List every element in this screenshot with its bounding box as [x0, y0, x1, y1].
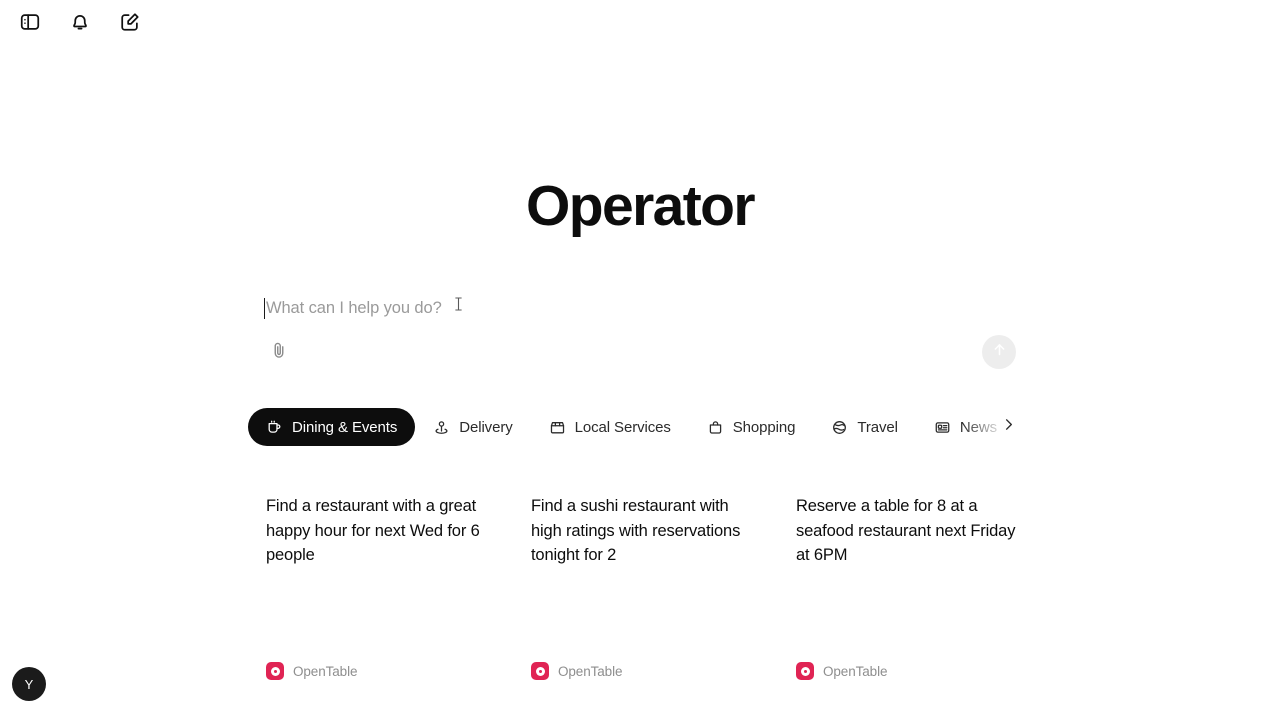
suggestion-source: OpenTable [266, 662, 358, 680]
opentable-logo-dot [273, 669, 277, 673]
opentable-logo-dot [803, 669, 807, 673]
suggestion-card-list: Find a restaurant with a great happy hou… [248, 452, 1032, 720]
suggestion-prompt: Find a restaurant with a great happy hou… [266, 497, 480, 564]
suggestion-card[interactable]: Find a sushi restaurant with high rating… [513, 452, 778, 720]
suggestion-source-label: OpenTable [823, 663, 888, 679]
category-chip-label: News [959, 418, 998, 436]
category-filter-bar: Dining & Events Delivery Local Services … [248, 406, 1032, 448]
composer[interactable]: What can I help you do? [248, 276, 1032, 384]
opentable-logo-ring [535, 666, 545, 676]
category-chip-label: Local Services [574, 418, 671, 436]
app-root: Operator What can I help you do? Dining … [0, 0, 1280, 720]
suggestion-prompt: Find a sushi restaurant with high rating… [531, 497, 741, 564]
arrow-up-icon [991, 341, 1008, 363]
sidebar-toggle-button[interactable] [16, 8, 44, 36]
category-chip-delivery[interactable]: Delivery [415, 408, 530, 446]
composer-actions [264, 334, 1016, 370]
opentable-logo-ring [270, 666, 280, 676]
location-pin-icon [433, 419, 450, 436]
chevron-right-icon [1001, 417, 1016, 437]
suggestion-source-label: OpenTable [558, 663, 623, 679]
suggestion-source-label: OpenTable [293, 663, 358, 679]
category-chip-label: Travel [857, 418, 898, 436]
category-chip-local-services[interactable]: Local Services [531, 408, 689, 446]
category-chip-dining-events[interactable]: Dining & Events [248, 408, 416, 446]
category-chip-shopping[interactable]: Shopping [689, 408, 814, 446]
shopping-bag-icon [707, 419, 724, 436]
suggestion-card[interactable]: Find a restaurant with a great happy hou… [248, 452, 513, 720]
opentable-logo-icon [531, 662, 549, 680]
suggestion-card[interactable]: Reserve a table for 8 at a seafood resta… [778, 452, 1032, 720]
notifications-button[interactable] [66, 8, 94, 36]
category-scroll-next-button[interactable] [998, 417, 1018, 437]
opentable-logo-ring [800, 666, 810, 676]
prompt-input-placeholder[interactable]: What can I help you do? [266, 299, 442, 318]
top-bar [0, 0, 1280, 44]
compose-icon [119, 11, 141, 33]
storefront-icon [549, 419, 566, 436]
user-avatar[interactable]: Y [12, 667, 46, 701]
ibeam-mouse-cursor [454, 296, 463, 312]
text-caret [264, 297, 265, 319]
page-title: Operator [526, 174, 756, 238]
prompt-input-row[interactable]: What can I help you do? [264, 292, 1016, 324]
news-card-icon [934, 419, 951, 436]
bell-icon [69, 11, 91, 33]
category-chip-travel[interactable]: Travel [813, 408, 916, 446]
paperclip-icon [269, 340, 289, 365]
category-chip-label: Delivery [459, 418, 513, 436]
globe-icon [831, 419, 848, 436]
opentable-logo-icon [266, 662, 284, 680]
cup-icon [266, 419, 283, 436]
send-button[interactable] [982, 335, 1016, 369]
category-chip-label: Dining & Events [292, 418, 398, 436]
suggestion-source: OpenTable [796, 662, 888, 680]
opentable-logo-icon [796, 662, 814, 680]
attach-file-button[interactable] [264, 337, 294, 367]
suggestion-prompt: Reserve a table for 8 at a seafood resta… [796, 497, 1016, 564]
new-chat-button[interactable] [116, 8, 144, 36]
opentable-logo-dot [538, 669, 542, 673]
suggestion-source: OpenTable [531, 662, 623, 680]
sidebar-toggle-icon [19, 11, 41, 33]
category-chip-list: Dining & Events Delivery Local Services … [248, 406, 1032, 448]
category-chip-label: Shopping [732, 418, 796, 436]
